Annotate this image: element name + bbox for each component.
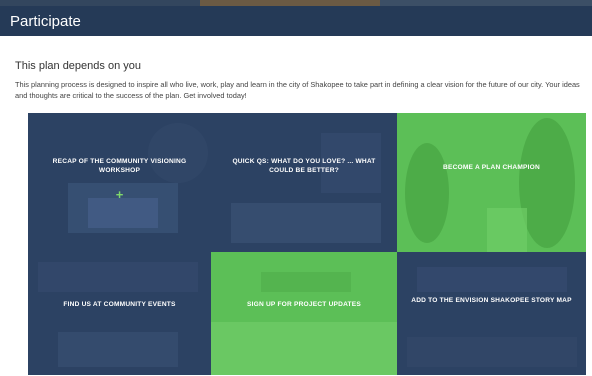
tile-photo-texture — [38, 262, 198, 367]
tile-plan-champion[interactable]: BECOME A PLAN CHAMPION — [397, 113, 586, 252]
tile-photo-texture — [405, 118, 575, 252]
tile-label: BECOME A PLAN CHAMPION — [443, 164, 540, 171]
plus-icon[interactable]: + — [28, 187, 211, 202]
tile-visioning-workshop-recap[interactable]: RECAP OF THE COMMUNITY VISIONING WORKSHO… — [28, 113, 211, 252]
tile-project-updates[interactable]: SIGN UP FOR PROJECT UPDATES — [211, 252, 397, 375]
section-intro: This planning process is designed to ins… — [15, 80, 580, 100]
tile-label: FIND US AT COMMUNITY EVENTS — [63, 301, 176, 308]
tile-photo-texture — [407, 267, 577, 367]
tile-community-events[interactable]: FIND US AT COMMUNITY EVENTS — [28, 252, 211, 375]
participate-tile-grid: RECAP OF THE COMMUNITY VISIONING WORKSHO… — [28, 113, 586, 375]
tile-story-map[interactable]: ADD TO THE ENVISION SHAKOPEE STORY MAP — [397, 252, 586, 375]
tile-label: ADD TO THE ENVISION SHAKOPEE STORY MAP — [411, 297, 572, 304]
tile-label: RECAP OF THE COMMUNITY VISIONING WORKSHO… — [52, 158, 187, 174]
tile-photo-texture — [68, 123, 208, 233]
tile-photo-texture — [231, 133, 381, 243]
page-header: Participate — [0, 6, 592, 36]
tile-label: QUICK QS: WHAT DO YOU LOVE? ... WHAT COU… — [232, 158, 376, 174]
tile-quick-qs[interactable]: QUICK QS: WHAT DO YOU LOVE? ... WHAT COU… — [211, 113, 397, 252]
section-heading: This plan depends on you — [15, 60, 141, 72]
page-title: Participate — [10, 13, 81, 30]
tile-photo-texture — [211, 272, 397, 375]
tile-label: SIGN UP FOR PROJECT UPDATES — [247, 301, 361, 308]
